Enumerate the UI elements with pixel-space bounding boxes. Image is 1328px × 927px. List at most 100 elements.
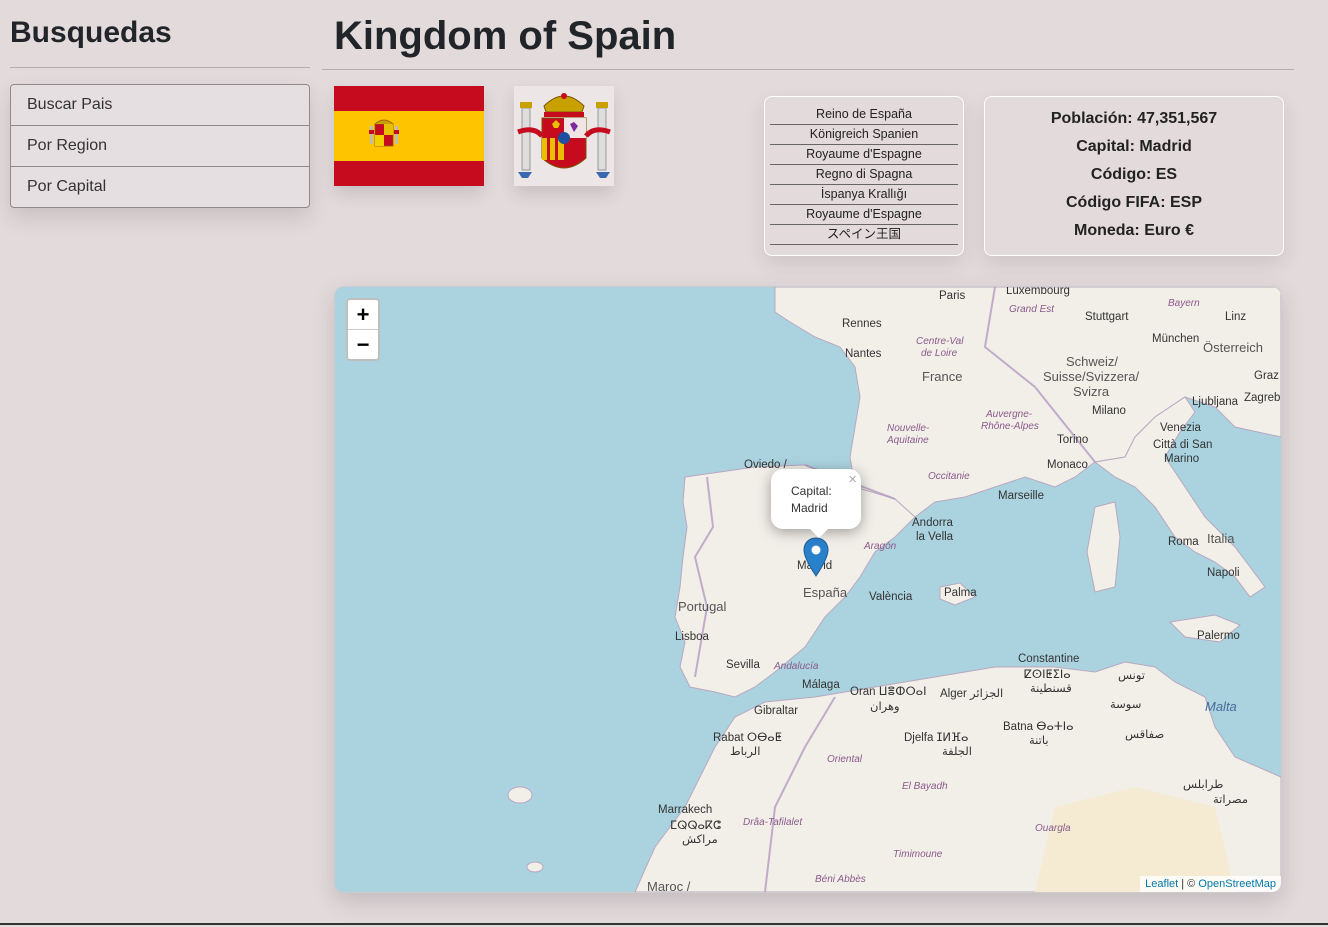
- map-label: Occitanie: [928, 471, 970, 482]
- leaflet-link[interactable]: Leaflet: [1145, 878, 1178, 890]
- code-text: Código: ES: [1090, 166, 1178, 183]
- map-label: الجلفة: [942, 746, 972, 758]
- sidebar-divider: [10, 67, 310, 68]
- map-label: تونس: [1118, 670, 1146, 682]
- country-info-card: Población: 47,351,567 Capital: Madrid Có…: [984, 96, 1284, 256]
- translation-item: Royaume d'Espagne: [770, 145, 958, 165]
- map-label: Milano: [1092, 405, 1126, 417]
- osm-link[interactable]: OpenStreetMap: [1198, 878, 1276, 890]
- map-label: la Vella: [916, 531, 954, 543]
- map-label: Napoli: [1207, 567, 1240, 579]
- country-flag: [334, 86, 484, 186]
- map-label: Batna ⴱⴰⵜⵏⴰ: [1003, 721, 1074, 733]
- map-label: España: [803, 585, 848, 600]
- map-label: Andalucía: [774, 661, 819, 672]
- map-label: Suisse/Svizzera/: [1043, 369, 1140, 384]
- map-label: Graz: [1254, 370, 1279, 382]
- map-label: Svizra: [1073, 384, 1110, 399]
- map-label: Rennes: [842, 318, 882, 330]
- map-label: ⵎⵕⵕⴰⴽⵛ: [670, 820, 721, 832]
- map-label: مصراتة: [1213, 794, 1249, 806]
- map-label: Maroc /: [647, 879, 691, 893]
- map-label: قسنطينة: [1030, 683, 1072, 695]
- map-label: Béni Abbès: [815, 874, 866, 885]
- map-attribution: Leaflet | © OpenStreetMap: [1140, 876, 1281, 892]
- map-label: Città di San: [1153, 439, 1213, 451]
- map-label: Linz: [1225, 311, 1247, 323]
- sidebar-item-por-capital[interactable]: Por Capital: [11, 167, 309, 207]
- zoom-in-button[interactable]: +: [348, 300, 378, 330]
- map-label: ⵇⵙⵏⵟⵉⵏⴰ: [1024, 669, 1071, 681]
- island-madeira: [507, 786, 533, 804]
- zoom-control: + −: [346, 298, 380, 361]
- map-label: Nantes: [845, 348, 882, 360]
- window-bottom-edge: [0, 923, 1328, 925]
- island-canary: [526, 861, 544, 873]
- map-label: Andorra: [912, 517, 953, 529]
- translation-item: Regno di Spagna: [770, 165, 958, 185]
- map-label: Palma: [944, 587, 977, 599]
- map-label: الرباط: [730, 746, 761, 758]
- map-label: Gibraltar: [754, 705, 799, 717]
- popup-line1: Capital:: [791, 484, 832, 498]
- sidebar-item-buscar-pais[interactable]: Buscar Pais: [11, 85, 309, 126]
- location-marker-icon[interactable]: [803, 537, 829, 577]
- map-label: Ouargla: [1035, 823, 1071, 834]
- translation-item: İspanya Krallığı: [770, 185, 958, 205]
- map-label: Nouvelle-: [887, 423, 930, 434]
- map-label: Oriental: [827, 754, 863, 765]
- map-label: Auvergne-: [986, 409, 1033, 420]
- map-label: Constantine: [1018, 653, 1080, 665]
- map-label: Malta: [1205, 699, 1237, 714]
- popup-line2: Madrid: [791, 501, 828, 515]
- map-label: Drâa-Tafilalet: [743, 817, 803, 828]
- map-label: Aquitaine: [887, 435, 929, 446]
- map-label: Roma: [1168, 536, 1199, 548]
- sidebar-menu: Buscar Pais Por Region Por Capital: [10, 84, 310, 208]
- map-label: Stuttgart: [1085, 311, 1129, 323]
- coat-of-arms: [514, 86, 614, 186]
- translations-card: Reino de España Königreich Spanien Royau…: [764, 96, 964, 256]
- map-label: Sevilla: [726, 659, 760, 671]
- map-label: Luxembourg: [1006, 286, 1070, 297]
- map-label: Lisboa: [675, 631, 709, 643]
- map-label: Zagreb: [1244, 392, 1281, 404]
- zoom-out-button[interactable]: −: [348, 330, 378, 359]
- map-label: Grand Est: [1009, 304, 1055, 315]
- currency-text: Moneda: Euro €: [1073, 222, 1194, 239]
- map-label: Rhône-Alpes: [981, 421, 1039, 432]
- map-container[interactable]: Paris Luxembourg Rennes Nantes France St…: [334, 286, 1282, 893]
- map-label: سوسة: [1110, 699, 1142, 711]
- translation-item: Reino de España: [770, 105, 958, 125]
- popup-text: Capital: Madrid: [791, 483, 851, 517]
- map-label: Ljubljana: [1192, 396, 1239, 408]
- map-label: Aragón: [864, 541, 897, 552]
- map-label: Oran ⵡⴻⵀⵔⴰⵏ: [850, 686, 927, 698]
- fifa-code-text: Código FIFA: ESP: [1066, 194, 1202, 211]
- map-label: Málaga: [802, 679, 840, 691]
- attribution-separator: | ©: [1178, 878, 1199, 890]
- map-label: صفاقس: [1125, 729, 1165, 741]
- translation-item: Königreich Spanien: [770, 125, 958, 145]
- map-label: Österreich: [1203, 340, 1263, 355]
- sidebar-item-por-region[interactable]: Por Region: [11, 126, 309, 167]
- map-label: Alger الجزائر: [940, 688, 1004, 700]
- population-text: Población: 47,351,567: [1050, 110, 1218, 127]
- map-label: Palermo: [1197, 630, 1240, 642]
- map-label: München: [1152, 333, 1200, 345]
- map-label: Venezia: [1160, 422, 1201, 434]
- map-label: Timimoune: [893, 849, 943, 860]
- map-label: طرابلس: [1183, 779, 1224, 791]
- map-label: Marseille: [998, 490, 1045, 502]
- title-divider: [322, 69, 1294, 70]
- map-label: El Bayadh: [902, 781, 948, 792]
- map-label: Djelfa ⵊⵍⴼⴰ: [904, 732, 969, 744]
- map-label: Marino: [1164, 453, 1200, 465]
- translations-list: Reino de España Königreich Spanien Royau…: [770, 105, 958, 245]
- sidebar-title: Busquedas: [10, 16, 172, 49]
- translation-item: スペイン王国: [770, 225, 958, 245]
- popup-tip: [809, 528, 829, 538]
- map-label: Centre-Val: [916, 336, 964, 347]
- map-label: Marrakech: [658, 804, 713, 816]
- map-label: Monaco: [1047, 459, 1088, 471]
